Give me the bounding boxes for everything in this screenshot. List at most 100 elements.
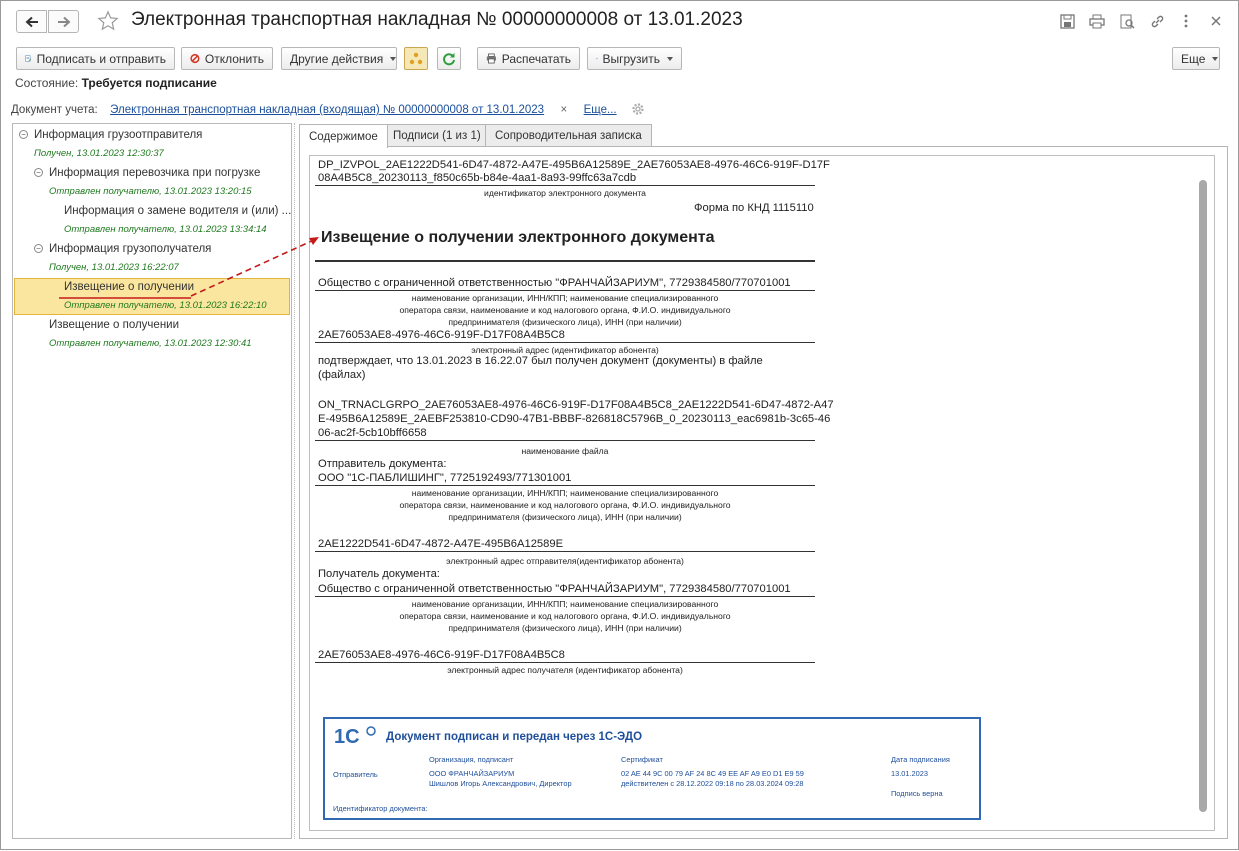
reject-label: Отклонить [205, 52, 264, 66]
org-line: Общество с ограниченной ответственностью… [318, 277, 791, 289]
link-icon[interactable] [1148, 12, 1166, 30]
disk-icon [596, 52, 598, 65]
stamp-title: Документ подписан и передан через 1С-ЭДО [386, 731, 642, 743]
structure-icon [409, 52, 423, 65]
sender-address: 2AE1222D541-6D47-4872-A47E-495B6A12589E [318, 538, 563, 550]
file-caption: наименование файла [315, 446, 815, 456]
divider [315, 662, 815, 663]
org-caption-1: наименование организации, ИНН/КПП; наиме… [315, 293, 815, 303]
more-icon[interactable] [1177, 12, 1195, 30]
org-caption-2: оператора связи, наименование и код нало… [315, 305, 815, 315]
stamp-cert-valid: действителен с 28.12.2022 09:18 по 28.03… [621, 779, 803, 788]
sender-caption-3: предпринимателя (физического лица), ИНН … [315, 512, 815, 522]
structure-button[interactable] [404, 47, 428, 70]
tree-item-carrier[interactable]: Информация перевозчика при погрузке [49, 167, 260, 179]
divider [315, 596, 815, 597]
state-line: Состояние: Требуется подписание [15, 76, 217, 90]
more-label: Еще [1181, 52, 1205, 66]
document-window: Электронная транспортная накладная № 000… [0, 0, 1239, 850]
state-value: Требуется подписание [82, 76, 217, 90]
doc-account-more-link[interactable]: Еще... [584, 104, 617, 116]
address-caption: электронный адрес (идентификатор абонент… [315, 345, 815, 355]
sender-caption-2: оператора связи, наименование и код нало… [315, 500, 815, 510]
export-label: Выгрузить [603, 52, 661, 66]
print-icon[interactable] [1088, 12, 1106, 30]
collapse-icon[interactable]: − [19, 130, 28, 139]
printer-icon [486, 52, 497, 65]
divider [315, 260, 815, 262]
tree-item-driver-change-status: Отправлен получателю, 13.01.2023 13:34:1… [64, 224, 267, 235]
doc-heading: Извещение о получении электронного докум… [321, 229, 715, 247]
tree-item-receipt-notice-selected[interactable]: Извещение о получении [64, 281, 194, 293]
stamp-date: 13.01.2023 [891, 769, 928, 778]
divider [315, 440, 815, 441]
refresh-icon [442, 52, 456, 66]
recipient-address: 2AE76053AE8-4976-46C6-919F-D17F08A4B5C8 [318, 649, 565, 661]
stamp-col-cert: Сертификат [621, 755, 663, 764]
doc-account-line: Документ учета: Электронная транспортная… [11, 102, 645, 116]
gear-icon[interactable] [631, 102, 645, 116]
confirm-line-2: (файлах) [318, 369, 365, 381]
arrow-left-icon [25, 16, 39, 28]
tree-item-driver-change[interactable]: Информация о замене водителя и (или) ... [64, 205, 291, 217]
divider [315, 290, 815, 291]
state-label: Состояние: [15, 76, 78, 90]
sender-address-caption: электронный адрес отправителя(идентифика… [315, 556, 815, 566]
document-view: DP_IZVPOL_2AE1222D541-6D47-4872-A47E-495… [309, 155, 1215, 831]
sign-and-send-button[interactable]: Подписать и отправить [16, 47, 175, 70]
forward-button[interactable] [48, 10, 79, 33]
tree-item-receipt-notice-status: Отправлен получателю, 13.01.2023 12:30:4… [49, 338, 252, 349]
1c-logo: 1С [333, 725, 377, 747]
divider [315, 185, 815, 186]
tree-item-shipper[interactable]: Информация грузоотправителя [34, 129, 202, 141]
confirm-line-1: подтверждает, что 13.01.2023 в 16.22.07 … [318, 355, 763, 367]
panel-splitter[interactable] [294, 123, 296, 839]
recipient-caption-2: оператора связи, наименование и код нало… [315, 611, 815, 621]
tab-cover-note[interactable]: Сопроводительная записка [485, 124, 652, 147]
more-button[interactable]: Еще [1172, 47, 1220, 70]
print-label: Распечатать [502, 52, 571, 66]
refresh-button[interactable] [437, 47, 461, 70]
save-icon[interactable] [1058, 12, 1076, 30]
sender-line: ООО "1С-ПАБЛИШИНГ", 7725192493/771301001 [318, 472, 571, 484]
tree-item-receipt-notice[interactable]: Извещение о получении [49, 319, 179, 331]
scrollbar-thumb[interactable] [1199, 180, 1207, 812]
other-actions-button[interactable]: Другие действия [281, 47, 397, 70]
document-tree: − Информация грузоотправителя Получен, 1… [12, 123, 292, 839]
stamp-col-org: Организация, подписант [429, 755, 513, 764]
recipient-address-caption: электронный адрес получателя (идентифика… [315, 665, 815, 675]
title-bar: Электронная транспортная накладная № 000… [1, 1, 1238, 41]
reject-button[interactable]: Отклонить [181, 47, 273, 70]
sender-caption-1: наименование организации, ИНН/КПП; наиме… [315, 488, 815, 498]
collapse-icon[interactable]: − [34, 244, 43, 253]
preview-icon[interactable] [1118, 12, 1136, 30]
collapse-icon[interactable]: − [34, 168, 43, 177]
window-title: Электронная транспортная накладная № 000… [131, 9, 743, 31]
tab-signatures[interactable]: Подписи (1 из 1) [383, 124, 491, 147]
doc-id-line-2: 08A4B5C8_20230113_f850c65b-b84e-4aa1-8a9… [318, 172, 636, 184]
doc-account-link[interactable]: Электронная транспортная накладная (вход… [110, 104, 544, 116]
star-icon[interactable] [97, 10, 119, 32]
org-caption-3: предпринимателя (физического лица), ИНН … [315, 317, 815, 327]
stamp-role: Отправитель [333, 770, 378, 779]
vertical-scrollbar[interactable] [1198, 156, 1210, 831]
export-button[interactable]: Выгрузить [587, 47, 682, 70]
sender-label: Отправитель документа: [318, 458, 447, 470]
close-icon[interactable] [1207, 12, 1225, 30]
reject-icon [190, 52, 200, 65]
back-button[interactable] [16, 10, 47, 33]
other-actions-label: Другие действия [290, 52, 383, 66]
tree-item-receipt-notice-selected-status: Отправлен получателю, 13.01.2023 16:22:1… [64, 300, 267, 311]
tab-content[interactable]: Содержимое [299, 124, 388, 148]
tree-item-consignee-status: Получен, 13.01.2023 16:22:07 [49, 262, 179, 273]
tree-item-shipper-status: Получен, 13.01.2023 12:30:37 [34, 148, 164, 159]
doc-account-label: Документ учета: [11, 104, 98, 116]
file-line-3: 06-ac2f-5cb10bff6658 [318, 427, 427, 439]
stamp-cert: 02 AE 44 9C 00 79 AF 24 8C 49 EE AF A9 E… [621, 769, 804, 778]
tree-item-carrier-status: Отправлен получателю, 13.01.2023 13:20:1… [49, 186, 252, 197]
print-button[interactable]: Распечатать [477, 47, 580, 70]
recipient-caption-3: предпринимателя (физического лица), ИНН … [315, 623, 815, 633]
clear-link-icon[interactable]: × [561, 104, 568, 116]
tree-item-consignee[interactable]: Информация грузополучателя [49, 243, 211, 255]
stamp-col-date: Дата подписания [891, 755, 950, 764]
